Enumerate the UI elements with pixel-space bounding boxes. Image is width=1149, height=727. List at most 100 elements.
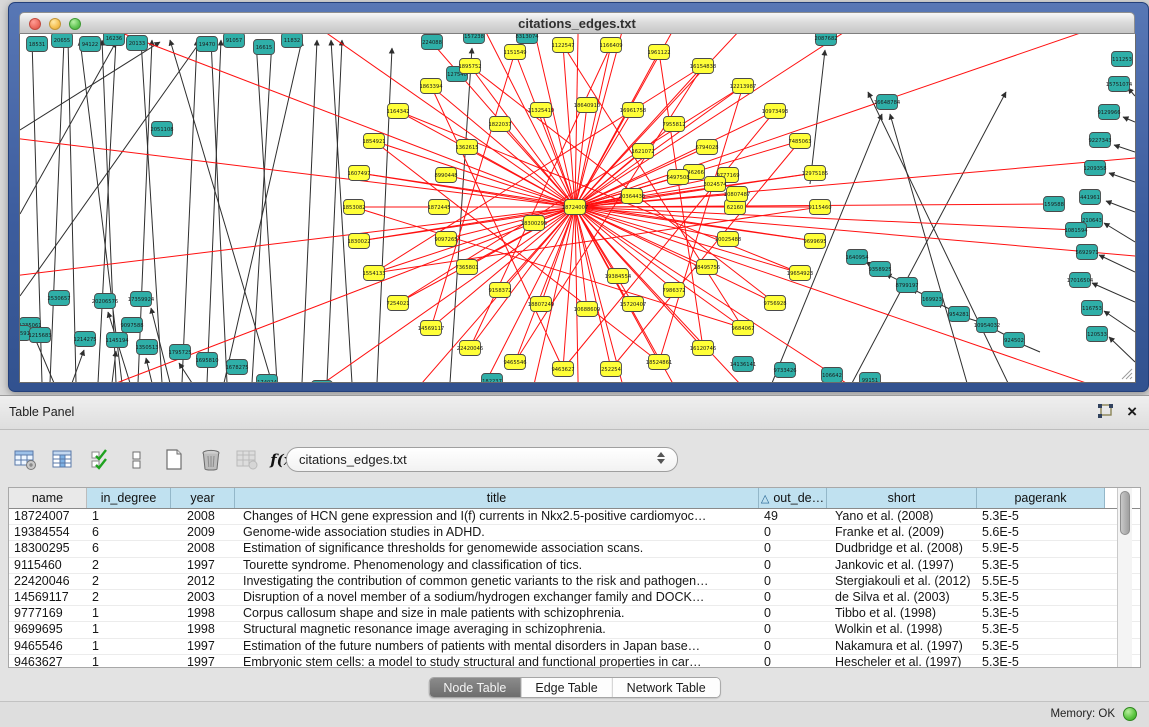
table-row[interactable]: 977716911998Corpus callosum shape and si… (9, 606, 1140, 622)
tab-network-table[interactable]: Network Table (613, 678, 720, 697)
table-row[interactable]: 911546021997Tourette syndrome. Phenomeno… (9, 558, 1140, 574)
table-row[interactable]: 2242004622012Investigating the contribut… (9, 574, 1140, 590)
table-cell: Franke et al. (2009) (827, 525, 977, 540)
table-row[interactable]: 1938455462009Genome-wide association stu… (9, 525, 1140, 541)
column-header-year[interactable]: year (171, 488, 235, 508)
graph-edge (575, 52, 659, 207)
table-cell: 9465546 (9, 639, 87, 654)
table-cell: 9115460 (9, 558, 87, 573)
network-window[interactable]: citations_edges.txt 18531206559412216236… (8, 2, 1149, 392)
graph-edge (890, 114, 967, 382)
table-cell: Estimation of significance thresholds fo… (235, 541, 759, 556)
table-cell: Tourette syndrome. Phenomenology and cla… (235, 558, 759, 573)
table-cell: Embryonic stem cells: a model to study s… (235, 655, 759, 668)
graph-edge (182, 40, 197, 382)
table-cell: 2012 (171, 574, 235, 589)
graph-node-label: 20133 (129, 41, 146, 47)
graph-node-label: 1872445 (427, 205, 450, 211)
table-row[interactable]: 969969511998Structural magnetic resonanc… (9, 622, 1140, 638)
graph-node-label: 157238 (464, 34, 484, 40)
graph-node-label: 8313074 (515, 34, 539, 40)
table-row[interactable]: 1830029562008Estimation of significance … (9, 541, 1140, 557)
tab-node-table[interactable]: Node Table (429, 678, 521, 697)
table-row[interactable]: 946554611997Estimation of the future num… (9, 639, 1140, 655)
show-columns-icon[interactable] (51, 448, 75, 472)
graph-node-label: 7254021 (386, 301, 409, 307)
resize-grip[interactable] (1119, 366, 1133, 380)
network-window-titlebar[interactable]: citations_edges.txt (19, 12, 1135, 34)
column-header-title[interactable]: title (235, 488, 759, 508)
table-cell: 9777169 (9, 606, 87, 621)
graph-node-label: 1678275 (225, 365, 248, 371)
graph-edge (170, 40, 272, 382)
graph-node-label: 1151549 (503, 50, 526, 56)
new-column-icon[interactable] (162, 448, 186, 472)
table-panel-header: Table Panel × (0, 396, 1149, 430)
table-row[interactable]: 946362711997Embryonic stem cells: a mode… (9, 655, 1140, 668)
graph-node-label: 1554133 (362, 271, 385, 277)
network-canvas[interactable]: 1853120655941221623620133194709105716615… (19, 34, 1136, 383)
table-mode-icon[interactable] (14, 448, 38, 472)
graph-node-label: 18531 (29, 42, 46, 48)
table-cell: 5.3E-5 (977, 606, 1105, 621)
graph-node-label: 9684067 (731, 326, 754, 332)
graph-node-label: 106642 (822, 373, 842, 379)
graph-node-label: 99151 (862, 378, 879, 382)
close-panel-icon[interactable]: × (1127, 403, 1137, 421)
graph-node-label: 1214275 (73, 337, 96, 343)
graph-node-label: 94122 (82, 42, 99, 48)
graph-node-label: 9158372 (488, 288, 511, 294)
graph-node-label: 1863394 (419, 84, 443, 90)
graph-node-label: 7986372 (662, 288, 685, 294)
graph-node-label: 1209358 (1083, 166, 1106, 172)
graph-edge (284, 34, 575, 207)
table-cell: 0 (759, 525, 827, 540)
column-header-out_de[interactable]: △out_de… (759, 488, 827, 508)
tab-edge-table[interactable]: Edge Table (521, 678, 612, 697)
column-header-name[interactable]: name (9, 488, 87, 508)
graph-node-label: 16120746 (690, 346, 716, 352)
table-scrollbar[interactable] (1117, 488, 1132, 667)
dropdown-arrows-icon (657, 452, 665, 464)
graph-node-label: 169923 (922, 297, 942, 303)
table-cell: 5.3E-5 (977, 509, 1105, 524)
graph-node-label: 2087682 (814, 36, 837, 42)
graph-edge (1104, 311, 1135, 332)
table-cell: 0 (759, 590, 827, 605)
column-header-short[interactable]: short (827, 488, 977, 508)
graph-node-label: 1640954 (845, 255, 869, 261)
graph-edge (575, 207, 611, 369)
table-cell: Genome-wide association studies in ADHD. (235, 525, 759, 540)
graph-edge (1106, 201, 1135, 212)
graph-node-label: 17016504 (1067, 278, 1094, 284)
graph-node-label: 10807487 (724, 192, 750, 198)
float-panel-icon[interactable] (1096, 403, 1115, 421)
table-cell: 5.3E-5 (977, 558, 1105, 573)
graph-node-label: 16648784 (874, 100, 901, 106)
table-cell: 5.9E-5 (977, 541, 1105, 556)
table-cell: 1997 (171, 639, 235, 654)
table-cell: 1 (87, 606, 171, 621)
table-cell: de Silva et al. (2003) (827, 590, 977, 605)
row-height-icon[interactable] (125, 448, 149, 472)
select-rows-icon[interactable] (88, 448, 112, 472)
table-row[interactable]: 1456911722003Disruption of a novel membe… (9, 590, 1140, 606)
graph-node-label: 1145194 (105, 338, 129, 344)
table-cell: 1 (87, 639, 171, 654)
table-selector-dropdown[interactable]: citations_edges.txt (286, 447, 678, 472)
memory-status-indicator (1123, 707, 1137, 721)
table-cell: 5.3E-5 (977, 622, 1105, 637)
graph-node-label: 62160 (727, 205, 744, 211)
graph-node-label: 6794028 (695, 145, 718, 151)
graph-node[interactable] (312, 381, 333, 383)
table-cell: 2 (87, 590, 171, 605)
graph-node-label: 441961 (1080, 195, 1100, 201)
table-scrollbar-thumb[interactable] (1120, 491, 1130, 535)
column-header-pagerank[interactable]: pagerank (977, 488, 1105, 508)
graph-edge (20, 42, 200, 296)
table-cell: 5.5E-5 (977, 574, 1105, 589)
delete-table-icon-disabled[interactable] (236, 448, 260, 472)
table-row[interactable]: 1872400712008Changes of HCN gene express… (9, 509, 1140, 525)
delete-column-icon[interactable] (199, 448, 223, 472)
column-header-in_degree[interactable]: in_degree (87, 488, 171, 508)
